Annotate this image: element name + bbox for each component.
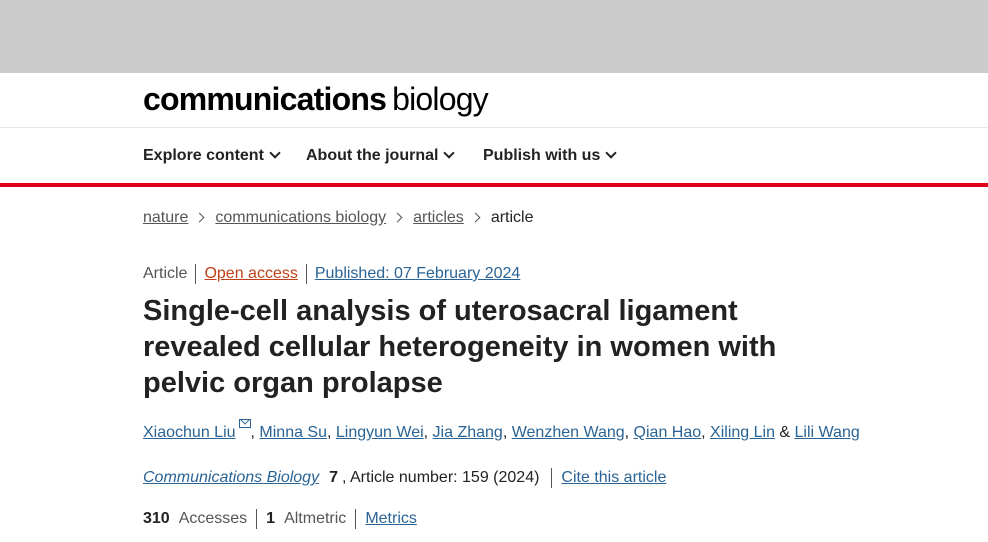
chevron-right-icon (194, 212, 205, 223)
breadcrumb: nature communications biology articles arti… (143, 208, 534, 228)
altmetric-label: Altmetric (284, 510, 347, 527)
nav-explore-content[interactable]: Explore content (143, 146, 281, 166)
author-link[interactable]: Wenzhen Wang (512, 424, 625, 441)
nav-publish-with-us[interactable]: Publish with us (483, 146, 618, 166)
accent-divider (0, 183, 988, 187)
author-link[interactable]: Jia Zhang (433, 424, 503, 441)
accesses-label: Accesses (178, 510, 248, 527)
author-link[interactable]: Qian Hao (634, 424, 702, 441)
author-separator: , (423, 424, 433, 441)
author-link[interactable]: Minna Su (259, 424, 327, 441)
author-link[interactable]: Lili Wang (795, 424, 860, 441)
chevron-down-icon (443, 147, 456, 159)
journal-link[interactable]: Communications Biology (143, 468, 319, 488)
nav-about-journal-label: About the journal (306, 147, 439, 164)
breadcrumb-nature[interactable]: nature (143, 209, 188, 226)
nav-about-journal[interactable]: About the journal (306, 146, 456, 166)
open-access-link[interactable]: Open access (196, 264, 307, 284)
article-number: , Article number: 159 (2024) (342, 468, 553, 488)
article-type: Article (143, 264, 197, 284)
nav-explore-content-label: Explore content (143, 147, 264, 164)
accesses-metric: 310 Accesses (143, 509, 258, 529)
altmetric-metric: 1 Altmetric (266, 509, 357, 529)
author-link[interactable]: Xiaochun Liu (143, 424, 236, 441)
chevron-right-icon (470, 212, 481, 223)
author-link[interactable]: Lingyun Wei (336, 424, 424, 441)
nav-publish-with-us-label: Publish with us (483, 147, 601, 164)
author-list: Xiaochun Liu, Minna Su, Lingyun Wei, Jia… (143, 419, 860, 443)
cite-article-link[interactable]: Cite this article (561, 468, 666, 488)
chevron-down-icon (269, 147, 281, 159)
volume-number: 7 (329, 469, 338, 486)
logo-light-text: biology (392, 81, 489, 117)
metrics-link[interactable]: Metrics (365, 509, 417, 529)
author-last-separator: & (774, 424, 795, 441)
browser-top-area (0, 0, 988, 73)
author-separator: , (701, 424, 711, 441)
breadcrumb-communications-biology[interactable]: communications biology (215, 209, 386, 226)
article-title: Single-cell analysis of uterosacral liga… (143, 295, 777, 399)
breadcrumb-current: article (490, 209, 534, 226)
citation-line: Communications Biology 7 , Article numbe… (143, 468, 666, 488)
author-separator: , (624, 424, 634, 441)
mail-icon[interactable] (238, 419, 251, 428)
article-metrics: 310 Accesses 1 Altmetric Metrics (143, 509, 417, 529)
article-meta: Article Open access Published: 07 Februa… (143, 264, 520, 284)
accesses-count: 310 (143, 510, 170, 527)
journal-logo[interactable]: communications biology (143, 80, 489, 118)
breadcrumb-articles[interactable]: articles (413, 209, 464, 226)
chevron-right-icon (392, 212, 403, 223)
published-date-link[interactable]: Published: 07 February 2024 (307, 264, 520, 284)
chevron-down-icon (605, 147, 618, 159)
altmetric-count: 1 (266, 510, 276, 527)
author-separator: , (502, 424, 512, 441)
author-link[interactable]: Xiling Lin (710, 424, 775, 441)
author-separator: , (327, 424, 336, 441)
logo-bold-text: communications (143, 81, 387, 117)
